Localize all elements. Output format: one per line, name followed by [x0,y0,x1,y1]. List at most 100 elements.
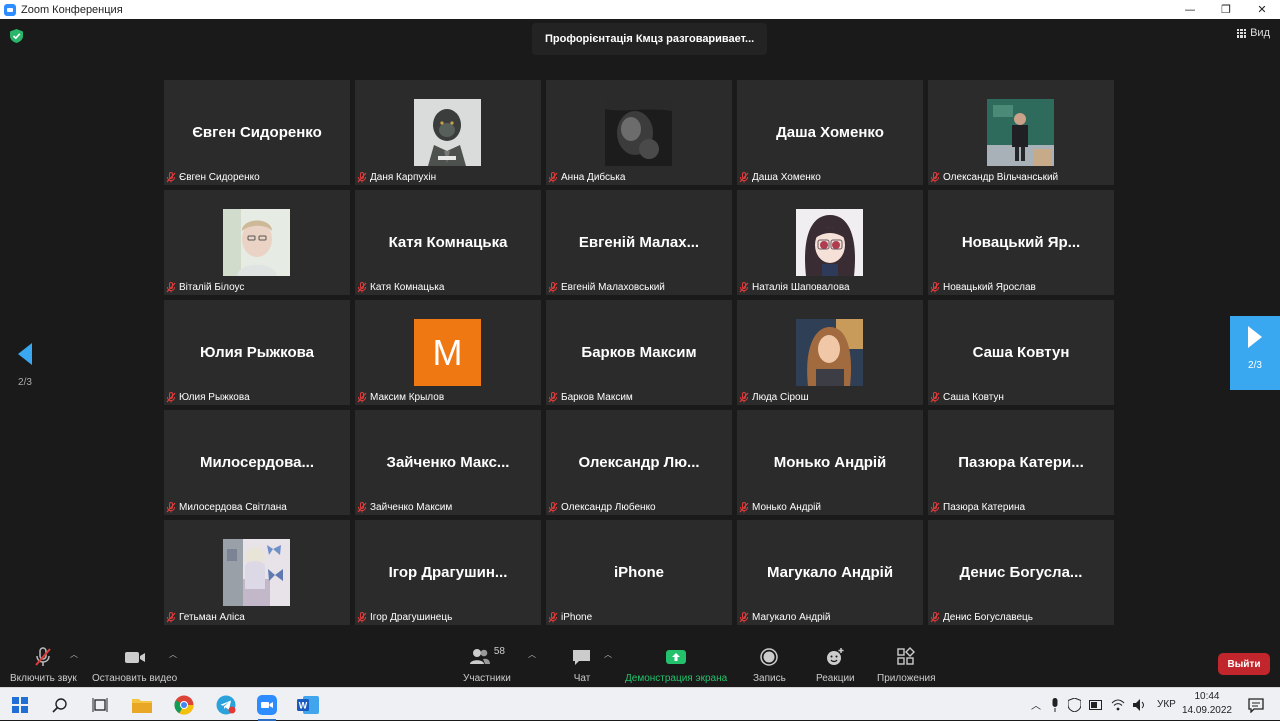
leave-meeting-button[interactable]: Выйти [1218,653,1270,675]
participants-options-caret[interactable]: ︿ [528,649,536,660]
participant-name: Магукало Андрій [752,611,831,623]
muted-mic-icon [166,281,176,292]
grid-view-icon [1237,28,1247,38]
chat-button[interactable]: Чат [571,646,593,684]
share-screen-button[interactable]: Демонстрация экрана [625,646,727,684]
participant-tile[interactable]: Денис Богусла... Денис Богуславець [928,520,1114,625]
apps-button[interactable]: Приложения [877,646,936,684]
participant-name-label: Евгеній Малаховський [548,280,665,294]
page-indicator-left: 2/3 [18,377,32,388]
participant-tile[interactable]: Віталій Білоус [164,190,350,295]
participant-tile[interactable]: Наталія Шаповалова [737,190,923,295]
participant-tile[interactable]: Олександр Вільчанський [928,80,1114,185]
view-button[interactable]: Вид [1237,27,1270,39]
close-button[interactable]: ✕ [1244,0,1280,19]
task-view-icon[interactable] [88,693,112,717]
participant-name-label: Саша Ковтун [930,390,1004,404]
svg-text:W: W [299,701,308,711]
muted-mic-icon [357,281,367,292]
participant-tile[interactable]: Анна Дибська [546,80,732,185]
participant-name-label: Анна Дибська [548,170,625,184]
microphone-tray-icon[interactable] [1050,697,1060,712]
participants-icon [469,649,490,664]
reactions-button[interactable]: Реакции [816,646,855,684]
participant-name: Максим Крылов [370,391,445,403]
participant-display-name: Евгеній Малах... [578,234,700,251]
participant-name: Гетьман Аліса [179,611,245,623]
word-icon[interactable]: W [296,693,320,717]
participant-name-label: Даша Хоменко [739,170,821,184]
minimize-button[interactable]: — [1172,0,1208,19]
participants-button[interactable]: 58 Участники [463,646,511,684]
muted-mic-icon [548,501,558,512]
notification-center-icon[interactable] [1244,693,1268,717]
participant-display-name: Монько Андрій [773,454,887,471]
participant-tile[interactable]: Гетьман Аліса [164,520,350,625]
participant-tile[interactable]: Саша Ковтун Саша Ковтун [928,300,1114,405]
participant-tile[interactable]: Магукало Андрій Магукало Андрій [737,520,923,625]
search-icon[interactable] [48,693,72,717]
muted-mic-icon [930,501,940,512]
participant-avatar [223,539,290,606]
unmute-button[interactable]: Включить звук [10,646,77,684]
record-button[interactable]: Запись [753,646,786,684]
participant-name-label: Віталій Білоус [166,280,244,294]
participant-tile[interactable]: Даня Карпухін [355,80,541,185]
participant-name-label: Даня Карпухін [357,170,436,184]
participant-tile[interactable]: Зайченко Макс... Зайченко Максим [355,410,541,515]
muted-mic-icon [548,391,558,402]
file-explorer-icon[interactable] [130,693,154,717]
maximize-button[interactable]: ❐ [1208,0,1244,19]
muted-mic-icon [357,391,367,402]
record-label: Запись [753,673,786,684]
muted-mic-icon [739,171,749,182]
participant-name: Евгеній Малаховський [561,281,665,293]
speaker-icon[interactable] [1133,698,1147,711]
stop-video-button[interactable]: Остановить видео [92,646,177,684]
participant-tile[interactable]: Катя Комнацька Катя Комнацька [355,190,541,295]
participant-avatar [223,209,290,276]
participant-tile[interactable]: Ігор Драгушин... Ігор Драгушинець [355,520,541,625]
security-shield-icon[interactable] [10,29,23,43]
audio-options-caret[interactable]: ︿ [70,649,78,660]
participant-tile[interactable]: Євген Сидоренко Євген Сидоренко [164,80,350,185]
meeting-area: Профорієнтація Кмцз разговаривает... Вид… [0,19,1280,640]
muted-mic-icon [930,391,940,402]
participant-tile[interactable]: Олександр Лю... Олександр Любенко [546,410,732,515]
participant-tile[interactable]: Новацький Яр... Новацький Ярослав [928,190,1114,295]
participant-name: Люда Сірош [752,391,809,403]
language-indicator[interactable]: УКР [1157,699,1176,710]
participant-display-name: Денис Богусла... [959,564,1083,581]
battery-icon[interactable] [1089,699,1103,710]
video-options-caret[interactable]: ︿ [169,649,177,660]
previous-page-button[interactable]: 2/3 [8,335,42,409]
chat-label: Чат [573,673,591,684]
participant-tile[interactable]: Милосердова... Милосердова Світлана [164,410,350,515]
participant-name: Милосердова Світлана [179,501,287,513]
chat-options-caret[interactable]: ︿ [604,649,612,660]
windows-start-icon[interactable] [8,693,32,717]
participant-display-name: Магукало Андрій [766,564,894,581]
participant-tile[interactable]: Даша Хоменко Даша Хоменко [737,80,923,185]
next-page-button[interactable]: 2/3 [1230,316,1280,390]
wifi-icon[interactable] [1111,699,1125,711]
participant-tile[interactable]: Евгеній Малах... Евгеній Малаховський [546,190,732,295]
participant-tile[interactable]: Монько Андрій Монько Андрій [737,410,923,515]
participant-name: Монько Андрій [752,501,821,513]
participant-name-label: Барков Максим [548,390,633,404]
taskbar-clock[interactable]: 10:44 14.09.2022 [1182,690,1232,718]
participant-tile[interactable]: Пазюра Катери... Пазюра Катерина [928,410,1114,515]
telegram-icon[interactable] [214,693,238,717]
chrome-icon[interactable] [172,693,196,717]
page-indicator-right: 2/3 [1248,360,1262,371]
participant-display-name: Пазюра Катери... [958,454,1084,471]
participant-tile[interactable]: M Максим Крылов [355,300,541,405]
participant-tile[interactable]: Юлия Рыжкова Юлия Рыжкова [164,300,350,405]
zoom-taskbar-icon[interactable] [255,693,279,721]
participant-tile[interactable]: Люда Сірош [737,300,923,405]
participant-tile[interactable]: iPhone iPhone [546,520,732,625]
tray-expand-icon[interactable]: ︿ [1031,697,1041,712]
participant-tile[interactable]: Барков Максим Барков Максим [546,300,732,405]
participant-display-name: iPhone [613,564,664,581]
defender-shield-icon[interactable] [1068,697,1081,712]
